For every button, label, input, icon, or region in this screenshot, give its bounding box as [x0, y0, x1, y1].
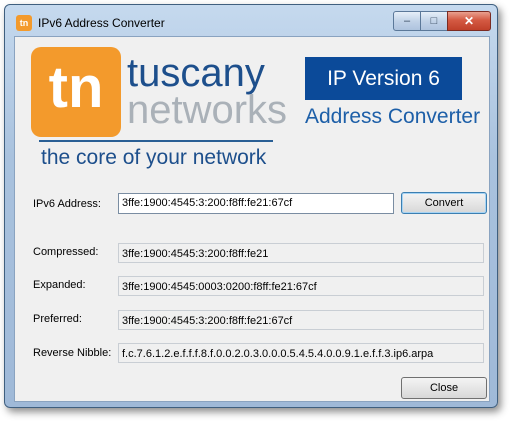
app-icon: tn — [16, 15, 32, 31]
caption-buttons: – □ ✕ — [393, 11, 491, 31]
client-area: tn tuscany networks the core of your net… — [14, 36, 490, 402]
tagline: the core of your network — [41, 146, 267, 169]
product-name: Address Converter — [305, 105, 481, 128]
close-button[interactable]: Close — [401, 377, 487, 399]
reverse-nibble-field[interactable]: f.c.7.6.1.2.e.f.f.f.8.f.0.0.2.0.3.0.0.0.… — [118, 343, 484, 363]
maximize-icon: □ — [430, 15, 438, 27]
title-bar[interactable]: tn IPv6 Address Converter – □ ✕ — [5, 5, 497, 33]
preferred-label: Preferred: — [33, 313, 82, 325]
logo-company-line1: tuscany — [127, 51, 265, 95]
product-badge: IP Version 6 — [305, 57, 462, 100]
ipv6-address-label: IPv6 Address: — [33, 198, 101, 210]
maximize-button[interactable]: □ — [420, 11, 448, 31]
close-icon: ✕ — [463, 14, 475, 28]
expanded-label: Expanded: — [33, 279, 86, 291]
logo-company-line2: networks — [127, 88, 288, 132]
logo-divider — [39, 140, 273, 142]
preferred-field[interactable]: 3ffe:1900:4545:3:200:f8ff:fe21:67cf — [118, 310, 484, 330]
ipv6-address-input[interactable]: 3ffe:1900:4545:3:200:f8ff:fe21:67cf — [118, 193, 394, 214]
minimize-icon: – — [403, 15, 411, 27]
expanded-field[interactable]: 3ffe:1900:4545:0003:0200:f8ff:fe21:67cf — [118, 276, 484, 296]
compressed-field[interactable]: 3ffe:1900:4545:3:200:f8ff:fe21 — [118, 243, 484, 263]
convert-button[interactable]: Convert — [401, 192, 487, 214]
minimize-button[interactable]: – — [393, 11, 421, 31]
logo-mark: tn — [31, 47, 121, 137]
close-window-button[interactable]: ✕ — [447, 11, 491, 31]
window-title: IPv6 Address Converter — [38, 16, 165, 30]
app-window: tn IPv6 Address Converter – □ ✕ tn tusca… — [4, 4, 498, 408]
reverse-nibble-label: Reverse Nibble: — [33, 347, 112, 359]
compressed-label: Compressed: — [33, 246, 99, 258]
